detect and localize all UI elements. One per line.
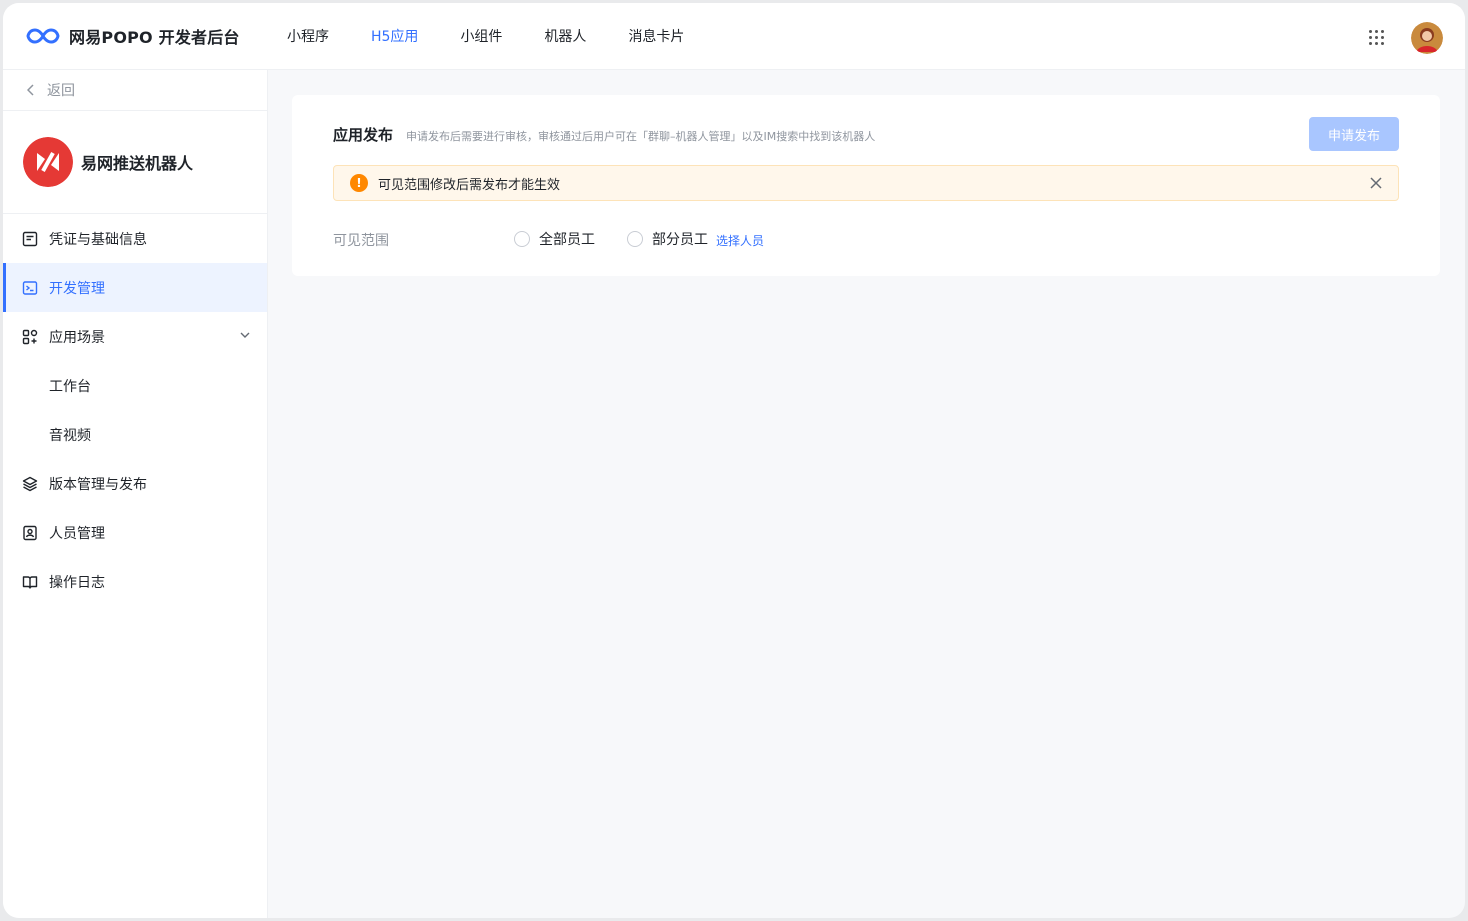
- sidebar-item-label: 开发管理: [49, 280, 105, 297]
- app-info: 易网推送机器人: [3, 111, 267, 214]
- sidebar-item-members[interactable]: 人员管理: [3, 508, 267, 557]
- app-logo: [23, 137, 73, 187]
- sidebar-item-label: 版本管理与发布: [49, 476, 147, 493]
- nav-h5-app[interactable]: H5应用: [371, 26, 418, 46]
- nav-miniprogram[interactable]: 小程序: [287, 26, 329, 46]
- sidebar: 返回 易网推送机器人 凭证与基础信息 开发管理 应用场景 工作台 音视频 版本管…: [3, 70, 268, 918]
- radio-circle[interactable]: [514, 231, 530, 247]
- sidebar-item-av[interactable]: 音视频: [3, 410, 267, 459]
- top-header: 网易POPO 开发者后台 小程序 H5应用 小组件 机器人 消息卡片: [3, 3, 1465, 70]
- sidebar-item-label: 操作日志: [49, 574, 105, 591]
- visibility-label: 可见范围: [333, 233, 389, 249]
- notice-text: 可见范围修改后需发布才能生效: [378, 177, 561, 193]
- sidebar-item-label: 应用场景: [49, 329, 105, 346]
- brand[interactable]: 网易POPO 开发者后台: [25, 24, 287, 48]
- close-icon[interactable]: [1368, 175, 1384, 191]
- publish-card: 应用发布 申请发布后需要进行审核，审核通过后用户可在「群聊–机器人管理」以及IM…: [292, 95, 1440, 276]
- sidebar-item-scenarios[interactable]: 应用场景: [3, 312, 267, 361]
- contact-icon: [21, 524, 39, 542]
- sidebar-item-credentials[interactable]: 凭证与基础信息: [3, 214, 267, 263]
- back-label: 返回: [47, 83, 75, 99]
- infinity-logo-icon: [26, 28, 60, 44]
- radio-circle[interactable]: [627, 231, 643, 247]
- nav-robot[interactable]: 机器人: [544, 26, 586, 46]
- sidebar-item-workbench[interactable]: 工作台: [3, 361, 267, 410]
- radio-label: 全部员工: [539, 232, 595, 248]
- notice-banner: ! 可见范围修改后需发布才能生效: [333, 165, 1399, 201]
- sidebar-item-logs[interactable]: 操作日志: [3, 557, 267, 606]
- book-icon: [21, 573, 39, 591]
- radio-label: 部分员工: [652, 232, 708, 248]
- brand-title: 网易POPO 开发者后台: [69, 28, 240, 47]
- terminal-icon: [21, 279, 39, 297]
- top-nav: 小程序 H5应用 小组件 机器人 消息卡片: [287, 3, 726, 69]
- apply-publish-button[interactable]: 申请发布: [1309, 117, 1399, 151]
- avatar[interactable]: [1411, 22, 1443, 54]
- header-actions: [1369, 22, 1443, 54]
- back-button[interactable]: 返回: [3, 70, 267, 111]
- sidebar-item-label: 凭证与基础信息: [49, 231, 147, 248]
- visibility-radio-group: 全部员工 部分员工 选择人员: [514, 229, 764, 249]
- radio-all-staff[interactable]: 全部员工: [514, 229, 595, 249]
- app-window: 网易POPO 开发者后台 小程序 H5应用 小组件 机器人 消息卡片 返回 易网…: [3, 3, 1465, 918]
- chevron-left-icon: [27, 84, 34, 96]
- chevron-down-icon: [240, 332, 250, 338]
- document-icon: [21, 230, 39, 248]
- sidebar-item-label: 人员管理: [49, 525, 105, 542]
- nav-widget[interactable]: 小组件: [460, 26, 502, 46]
- app-name: 易网推送机器人: [81, 154, 194, 173]
- sidebar-item-label: 音视频: [49, 427, 91, 444]
- page-title: 应用发布: [333, 126, 394, 144]
- sidebar-item-label: 工作台: [49, 378, 91, 395]
- sidebar-item-versions[interactable]: 版本管理与发布: [3, 459, 267, 508]
- nav-message-card[interactable]: 消息卡片: [628, 26, 684, 46]
- radio-partial-staff[interactable]: 部分员工: [627, 229, 708, 249]
- select-members-link[interactable]: 选择人员: [716, 232, 764, 249]
- app-grid-icon[interactable]: [1369, 30, 1385, 46]
- apps-icon: [21, 328, 39, 346]
- layers-icon: [21, 475, 39, 493]
- sidebar-item-dev-management[interactable]: 开发管理: [3, 263, 267, 312]
- page-description: 申请发布后需要进行审核，审核通过后用户可在「群聊–机器人管理」以及IM搜索中找到…: [406, 130, 876, 143]
- sidebar-menu: 凭证与基础信息 开发管理 应用场景 工作台 音视频 版本管理与发布 人员管理 操…: [3, 214, 267, 606]
- warning-icon: !: [350, 174, 368, 192]
